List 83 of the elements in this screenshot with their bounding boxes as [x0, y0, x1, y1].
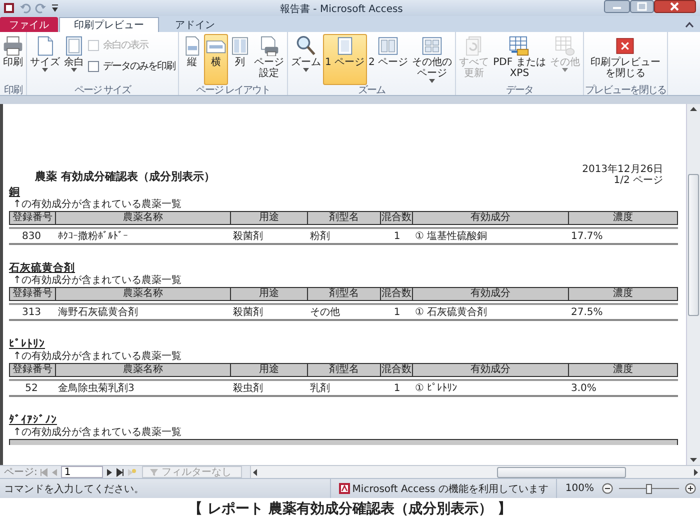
column-header: 登録番号 — [12, 364, 54, 376]
table-cell-text: 殺菌剤 — [232, 230, 264, 243]
ribbon-button[interactable]: ページ 設定 — [252, 34, 286, 85]
table-cell-text: 1 — [392, 382, 402, 394]
ribbon-button[interactable]: ズーム — [289, 34, 323, 85]
column-header: 混合数 — [380, 288, 412, 300]
file-tab[interactable]: ファイル — [0, 17, 58, 32]
ribbon-button[interactable]: サイズ — [28, 34, 62, 85]
column-header: 剤型名 — [307, 288, 380, 300]
group-label: ズーム — [358, 85, 386, 96]
table-cell-text: 1 — [392, 230, 402, 242]
column-header: 登録番号 — [12, 212, 54, 224]
ribbon-button[interactable]: 列 — [228, 34, 252, 85]
window-title: 報告書 - Microsoft Access — [280, 2, 403, 16]
column-header: 用途 — [230, 364, 307, 376]
group-label: ページ サイズ — [74, 85, 131, 96]
table-cell-text: 殺虫剤 — [232, 382, 264, 395]
table-cell-text: ﾎｸｺｰ撒粉ﾎﾞﾙﾄﾞｰ — [57, 230, 129, 243]
ribbon-button[interactable]: 余白 — [62, 34, 86, 85]
status-text: Microsoft Access の機能を利用しています — [352, 482, 548, 496]
section-subtitle: ↑の有効成分が含まれている農薬一覧 — [12, 199, 182, 211]
section-heading: 石灰硫黄合剤 — [9, 262, 75, 274]
group-label: ページ レイアウト — [196, 85, 270, 96]
table-cell-text: 830 — [20, 230, 42, 242]
column-header: 有効成分 — [412, 364, 568, 376]
ribbon-button[interactable]: 印刷 — [1, 34, 25, 85]
column-header: 有効成分 — [412, 288, 568, 300]
section-subtitle: ↑の有効成分が含まれている農薬一覧 — [12, 351, 182, 363]
group-label: 印刷 — [4, 85, 22, 96]
ribbon-button[interactable]: PDF または XPS — [491, 34, 548, 85]
column-header: 農薬名称 — [55, 288, 230, 300]
report-date: 2013年12月26日 — [582, 164, 663, 175]
column-header: 農薬名称 — [55, 212, 230, 224]
ribbon-button[interactable]: 2 ページ — [366, 34, 410, 85]
status-message: コマンドを入力してください。 — [4, 482, 144, 496]
column-header: 濃度 — [568, 364, 677, 376]
section-heading: ﾋﾟﾚﾄﾘﾝ — [9, 338, 45, 350]
table-cell-text: ① 塩基性硫酸銅 — [414, 230, 488, 243]
table-cell-text: 3.0% — [570, 382, 598, 394]
zoom-reading: 100% — [564, 483, 595, 494]
table-cell-text: 金鳥除虫菊乳剤3 — [57, 382, 136, 395]
column-header: 用途 — [230, 288, 307, 300]
group-label: データ — [506, 85, 533, 96]
column-header: 登録番号 — [12, 288, 54, 300]
column-header: 濃度 — [568, 212, 677, 224]
page-number: 1/2 ページ — [612, 175, 663, 186]
report-title: 農薬 有効成分確認表（成分別表示） — [34, 169, 215, 184]
ribbon-tab[interactable]: 印刷プレビュー — [59, 17, 159, 32]
page-field[interactable]: 1 — [61, 466, 104, 478]
ribbon-button[interactable]: 1 ページ — [323, 34, 367, 85]
column-header: 剤型名 — [307, 364, 380, 376]
table-cell-text: 乳剤 — [309, 382, 331, 395]
ribbon-tab[interactable]: アドイン — [160, 17, 230, 32]
table-cell-text: その他 — [309, 306, 341, 319]
table-cell-text: 52 — [24, 382, 39, 394]
checkbox-label: データのみを印刷 — [103, 60, 175, 73]
column-header: 有効成分 — [412, 212, 568, 224]
column-header: 混合数 — [380, 364, 412, 376]
table-cell-text: 1 — [392, 306, 402, 318]
table-cell-text: 粉剤 — [309, 230, 331, 243]
section-heading: ﾀﾞｲｱｼﾞﾉﾝ — [9, 414, 57, 426]
column-header: 農薬名称 — [55, 364, 230, 376]
section-subtitle: ↑の有効成分が含まれている農薬一覧 — [12, 275, 182, 287]
page-label: ページ: — [4, 466, 38, 478]
table-cell-text: 27.5% — [570, 306, 604, 318]
column-header: 濃度 — [568, 288, 677, 300]
column-header: 混合数 — [380, 212, 412, 224]
ribbon-button[interactable]: その他の ページ — [410, 34, 454, 85]
column-header: 剤型名 — [307, 212, 380, 224]
checkbox-label: 余白の表示 — [103, 38, 148, 52]
table-cell-text: 17.7% — [570, 230, 604, 242]
ribbon-button[interactable]: 横 — [204, 34, 228, 85]
section-heading: 銅 — [9, 186, 20, 199]
table-cell-text: ① ﾋﾟﾚﾄﾘﾝ — [414, 382, 458, 394]
group-label: プレビューを閉じる — [584, 85, 666, 96]
ribbon-button[interactable]: 縦 — [180, 34, 204, 85]
table-cell-text: 313 — [20, 306, 42, 318]
column-header: 用途 — [230, 212, 307, 224]
table-cell-text: 海野石灰硫黄合剤 — [57, 306, 139, 319]
ribbon-button[interactable]: 印刷プレビュー を閉じる — [588, 34, 662, 85]
table-cell-text: 殺菌剤 — [232, 306, 264, 319]
table-cell-text: ① 石灰硫黄合剤 — [414, 306, 488, 319]
section-subtitle: ↑の有効成分が含まれている農薬一覧 — [12, 427, 182, 439]
